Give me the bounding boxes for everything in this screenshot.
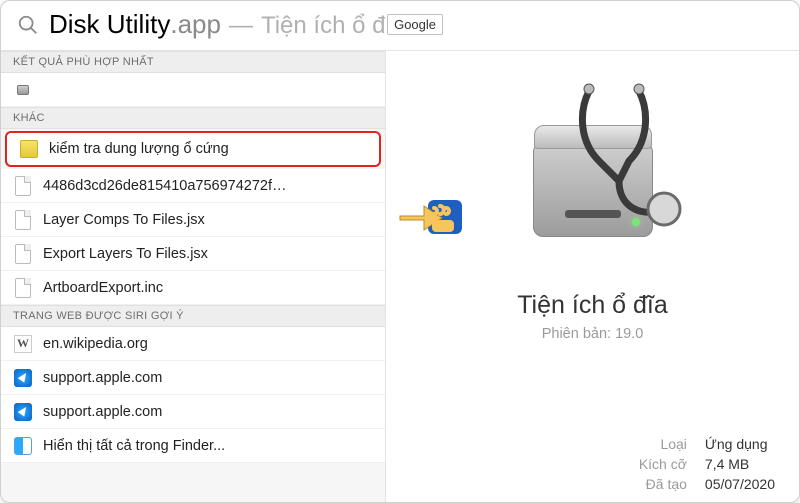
note-icon [19,139,39,159]
safari-icon [13,368,33,388]
section-header-siri: TRANG WEB ĐƯỢC SIRI GỢI Ý [1,305,385,327]
search-query-dash: — [229,12,253,40]
result-siri-0[interactable]: W en.wikipedia.org [1,327,385,361]
search-query-app: Disk Utility [49,9,170,40]
search-bar[interactable]: Disk Utility .app — Tiện ích ổ đ Google [1,1,799,51]
pointer-hand-icon [394,190,464,246]
result-label: Layer Comps To Files.jsx [43,212,205,228]
finder-icon [13,436,33,456]
meta-created-val: 05/07/2020 [705,476,775,492]
meta-kind-val: Ứng dụng [705,436,775,452]
result-siri-1[interactable]: support.apple.com [1,361,385,395]
file-icon [13,244,33,264]
result-label: support.apple.com [43,370,162,386]
result-label: Tiện ích ổ đĩa [43,82,130,98]
result-label: Export Layers To Files.jsx [43,246,208,262]
safari-icon [13,402,33,422]
meta-size-val: 7,4 MB [705,456,775,472]
results-list: KẾT QUẢ PHÙ HỢP NHẤT Tiện ích ổ đĩa KHÁC… [1,51,386,502]
google-suggestion-badge[interactable]: Google [387,14,443,35]
result-other-0[interactable]: kiểm tra dung lượng ổ cứng [5,131,381,167]
wikipedia-icon: W [13,334,33,354]
meta-created-key: Đã tạo [639,476,687,492]
spotlight-window: Disk Utility .app — Tiện ích ổ đ Google … [0,0,800,503]
result-label: Hiển thị tất cả trong Finder... [43,438,225,454]
section-header-top-hit: KẾT QUẢ PHÙ HỢP NHẤT [1,51,385,73]
show-all-in-finder[interactable]: Hiển thị tất cả trong Finder... [1,429,385,463]
result-label: ArtboardExport.inc [43,280,163,296]
disk-utility-icon [13,80,33,100]
result-other-3[interactable]: Export Layers To Files.jsx [1,237,385,271]
preview-title: Tiện ích ổ đĩa [517,291,668,320]
search-icon [17,14,39,36]
file-icon [13,278,33,298]
result-label: support.apple.com [43,404,162,420]
search-query-desc: Tiện ích ổ đ [261,12,386,40]
file-icon [13,210,33,230]
search-query-ext: .app [170,9,221,40]
results-body: KẾT QUẢ PHÙ HỢP NHẤT Tiện ích ổ đĩa KHÁC… [1,51,799,502]
disk-utility-large-icon [503,87,683,267]
meta-kind-key: Loại [639,436,687,452]
result-other-1[interactable]: 4486d3cd26de815410a756974272f… [1,169,385,203]
result-other-4[interactable]: ArtboardExport.inc [1,271,385,305]
meta-size-key: Kích cỡ [639,456,687,472]
section-header-other: KHÁC [1,107,385,129]
preview-pane: Tiện ích ổ đĩa Phiên bản: 19.0 Loại Ứng … [386,51,799,502]
file-icon [13,176,33,196]
preview-subtitle: Phiên bản: 19.0 [542,326,644,342]
result-siri-2[interactable]: support.apple.com [1,395,385,429]
result-label: 4486d3cd26de815410a756974272f… [43,178,287,194]
result-label: kiểm tra dung lượng ổ cứng [49,141,229,157]
search-query[interactable]: Disk Utility .app — Tiện ích ổ đ [49,9,385,40]
result-label: en.wikipedia.org [43,336,148,352]
stethoscope-icon [569,81,689,231]
result-top-hit[interactable]: Tiện ích ổ đĩa [1,73,385,107]
result-other-2[interactable]: Layer Comps To Files.jsx [1,203,385,237]
preview-metadata: Loại Ứng dụng Kích cỡ 7,4 MB Đã tạo 05/0… [639,436,775,492]
